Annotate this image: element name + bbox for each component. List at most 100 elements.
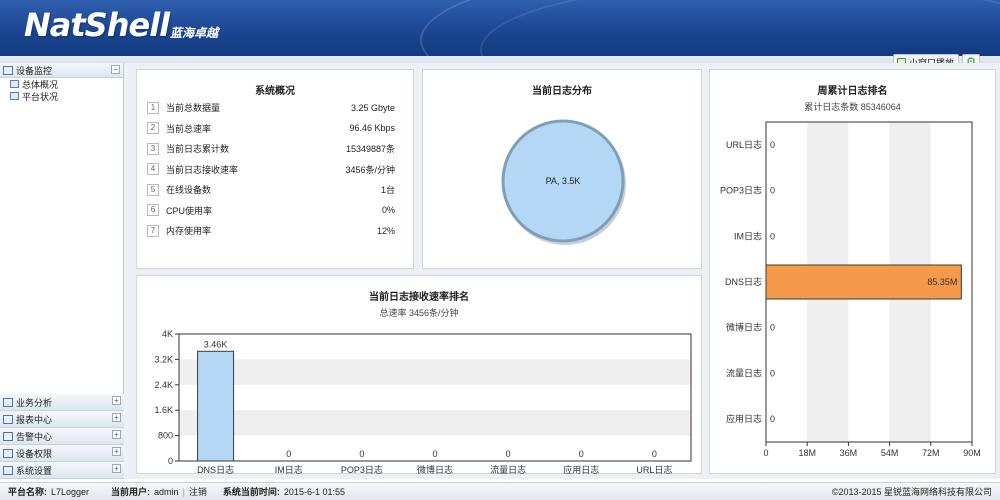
bar-value-label: 0 xyxy=(359,449,364,459)
bar-value-label: 85.35M xyxy=(927,277,957,287)
current-user-value: admin xyxy=(154,486,179,497)
sidebar-group-label: 报表中心 xyxy=(16,414,53,425)
overview-label: 当前总速率 xyxy=(166,123,212,134)
x-tick-label: 18M xyxy=(798,448,816,458)
gear-icon xyxy=(3,465,13,475)
weekly-log-ranking-title: 周累计日志排名 xyxy=(817,86,888,97)
overview-row: 4 当前日志接收速率 3456条/分钟 xyxy=(147,162,395,177)
logout-link[interactable]: 注销 xyxy=(189,485,207,498)
x-category-label: 流量日志 xyxy=(490,464,526,474)
pie-slice-label: PA, 3.5K xyxy=(546,176,581,186)
bar-value-label: 0 xyxy=(770,323,775,333)
sidebar-group-report-center[interactable]: 报表中心 + xyxy=(0,411,124,428)
weekly-log-bar-chart: 0 18M 36M 54M 72M 90M URL日志 0 POP3日志 0 IM日志 0 DNS日志 8… xyxy=(720,121,981,458)
y-category-label: 微博日志 xyxy=(726,322,762,333)
sidebar-collapsed-groups: 业务分析 + 报表中心 + 告警中心 + 设备权限 + 系统设置 + xyxy=(0,394,124,479)
overview-value: 0% xyxy=(381,205,395,215)
overview-label: 当前日志累计数 xyxy=(166,144,230,154)
x-tick-label: 72M xyxy=(922,448,940,458)
log-rate-ranking-title: 当前日志接收速率排名 xyxy=(369,292,469,303)
expand-toggle[interactable]: + xyxy=(112,464,121,473)
overview-value: 3.25 Gbyte xyxy=(350,102,395,113)
x-category-label: 微博日志 xyxy=(417,464,453,474)
bar-value-label: 0 xyxy=(770,231,775,241)
row-number: 6 xyxy=(147,204,159,216)
plot-frame xyxy=(178,333,692,462)
sidebar: 设备监控 − 总体概况 平台状况 业务分析 + 报表中心 + 告警中心 + 设备… xyxy=(0,63,124,479)
expand-toggle[interactable]: + xyxy=(112,413,121,422)
weekly-log-ranking-panel: 周累计日志排名 累计日志条数 85346064 0 18M 36M 54M 72M 90M… xyxy=(709,69,996,474)
platform-name-label: 平台名称: xyxy=(8,487,47,497)
sidebar-group-label: 告警中心 xyxy=(16,431,53,442)
overview-row: 6 CPU使用率 0% xyxy=(147,203,395,218)
y-tick-label: 2.4K xyxy=(154,380,173,390)
x-tick-label: 54M xyxy=(881,448,899,458)
x-tick-label: 90M xyxy=(963,448,981,458)
log-distribution-title: 当前日志分布 xyxy=(532,86,592,97)
overview-icon xyxy=(10,80,19,88)
log-rate-bar-chart: 0 800 1.6K 2.4K 3.2K 4K 3.46K DNS日志 0 IM日志 0 POP3日志… xyxy=(154,329,692,474)
app-header: NatShell 蓝海卓越 xyxy=(0,0,1000,56)
system-overview-title: 系统概况 xyxy=(255,86,295,97)
bar-value-label: 0 xyxy=(770,414,775,424)
overview-label: 当前总数据量 xyxy=(166,103,221,113)
dashboard-main: 系统概况 1 当前总数据量 3.25 Gbyte 2 当前总速率 96.46 Kbps 3 当… xyxy=(128,63,1000,479)
bar-value-label: 0 xyxy=(770,140,775,150)
bar-value-label: 0 xyxy=(652,449,657,459)
x-tick-label: 36M xyxy=(840,448,858,458)
overview-row: 3 当前日志累计数 15349887条 xyxy=(147,141,395,156)
overview-label: 在线设备数 xyxy=(166,185,212,195)
y-tick-label: 4K xyxy=(162,329,173,339)
expand-toggle[interactable]: + xyxy=(112,396,121,405)
document-icon xyxy=(3,431,13,441)
bar-value-label: 0 xyxy=(579,449,584,459)
footer-divider: | xyxy=(182,486,185,497)
grid-band xyxy=(179,410,691,436)
overview-label: 内存使用率 xyxy=(166,226,212,236)
sidebar-item-overview[interactable]: 总体概况 xyxy=(0,78,123,90)
system-time-value: 2015-6-1 01:55 xyxy=(283,486,345,497)
status-icon xyxy=(10,92,19,100)
row-number: 3 xyxy=(147,142,159,155)
sidebar-group-label: 业务分析 xyxy=(16,397,53,408)
bar-value-label: 0 xyxy=(286,449,291,459)
sidebar-group-system-settings[interactable]: 系统设置 + xyxy=(0,462,124,479)
overview-value: 1台 xyxy=(380,185,395,195)
row-number: 5 xyxy=(147,183,159,196)
system-time-label: 系统当前时间: xyxy=(222,487,280,497)
brand-logo: NatShell xyxy=(24,6,170,44)
x-category-label: POP3日志 xyxy=(341,464,383,474)
row-number: 1 xyxy=(147,101,159,114)
overview-value: 96.46 Kbps xyxy=(349,123,395,133)
sidebar-group-alarm-center[interactable]: 告警中心 + xyxy=(0,428,124,445)
expand-toggle[interactable]: + xyxy=(112,430,121,439)
sidebar-group-label: 设备监控 xyxy=(16,65,53,76)
overview-row: 2 当前总速率 96.46 Kbps xyxy=(147,121,395,136)
sidebar-group-business-analysis[interactable]: 业务分析 + xyxy=(0,394,124,411)
sidebar-group-device-permissions[interactable]: 设备权限 + xyxy=(0,445,124,462)
log-rate-ranking-panel: 当前日志接收速率排名 总速率 3456条/分钟 0 800 1.6K 2.4K 3.2K… xyxy=(136,275,702,474)
row-number: 7 xyxy=(147,224,159,237)
header-wave-decoration xyxy=(480,0,1000,56)
bar-value-label: 3.46K xyxy=(204,339,228,349)
expand-toggle[interactable]: + xyxy=(112,447,121,456)
collapse-toggle[interactable]: − xyxy=(111,65,120,74)
bar-value-label: 0 xyxy=(506,449,511,459)
overview-value: 3456条/分钟 xyxy=(345,164,395,175)
sidebar-group-device-monitor[interactable]: 设备监控 − xyxy=(0,63,123,78)
y-tick-label: 3.2K xyxy=(154,354,173,364)
overview-value: 12% xyxy=(376,225,395,236)
document-icon xyxy=(3,448,13,458)
y-category-label: 流量日志 xyxy=(726,367,762,378)
chart-icon xyxy=(3,65,13,75)
y-tick-label: 800 xyxy=(158,431,173,441)
sidebar-item-platform-status[interactable]: 平台状况 xyxy=(0,90,123,102)
y-category-label: IM日志 xyxy=(734,230,762,241)
row-number: 4 xyxy=(147,163,159,175)
overview-row: 1 当前总数据量 3.25 Gbyte xyxy=(147,100,395,115)
y-tick-label: 0 xyxy=(168,456,173,466)
platform-name-value: L7Logger xyxy=(51,486,90,497)
x-category-label: IM日志 xyxy=(275,464,303,474)
log-distribution-pie-chart: PA, 3.5K xyxy=(501,119,626,245)
current-user-label: 当前用户: xyxy=(111,487,151,497)
